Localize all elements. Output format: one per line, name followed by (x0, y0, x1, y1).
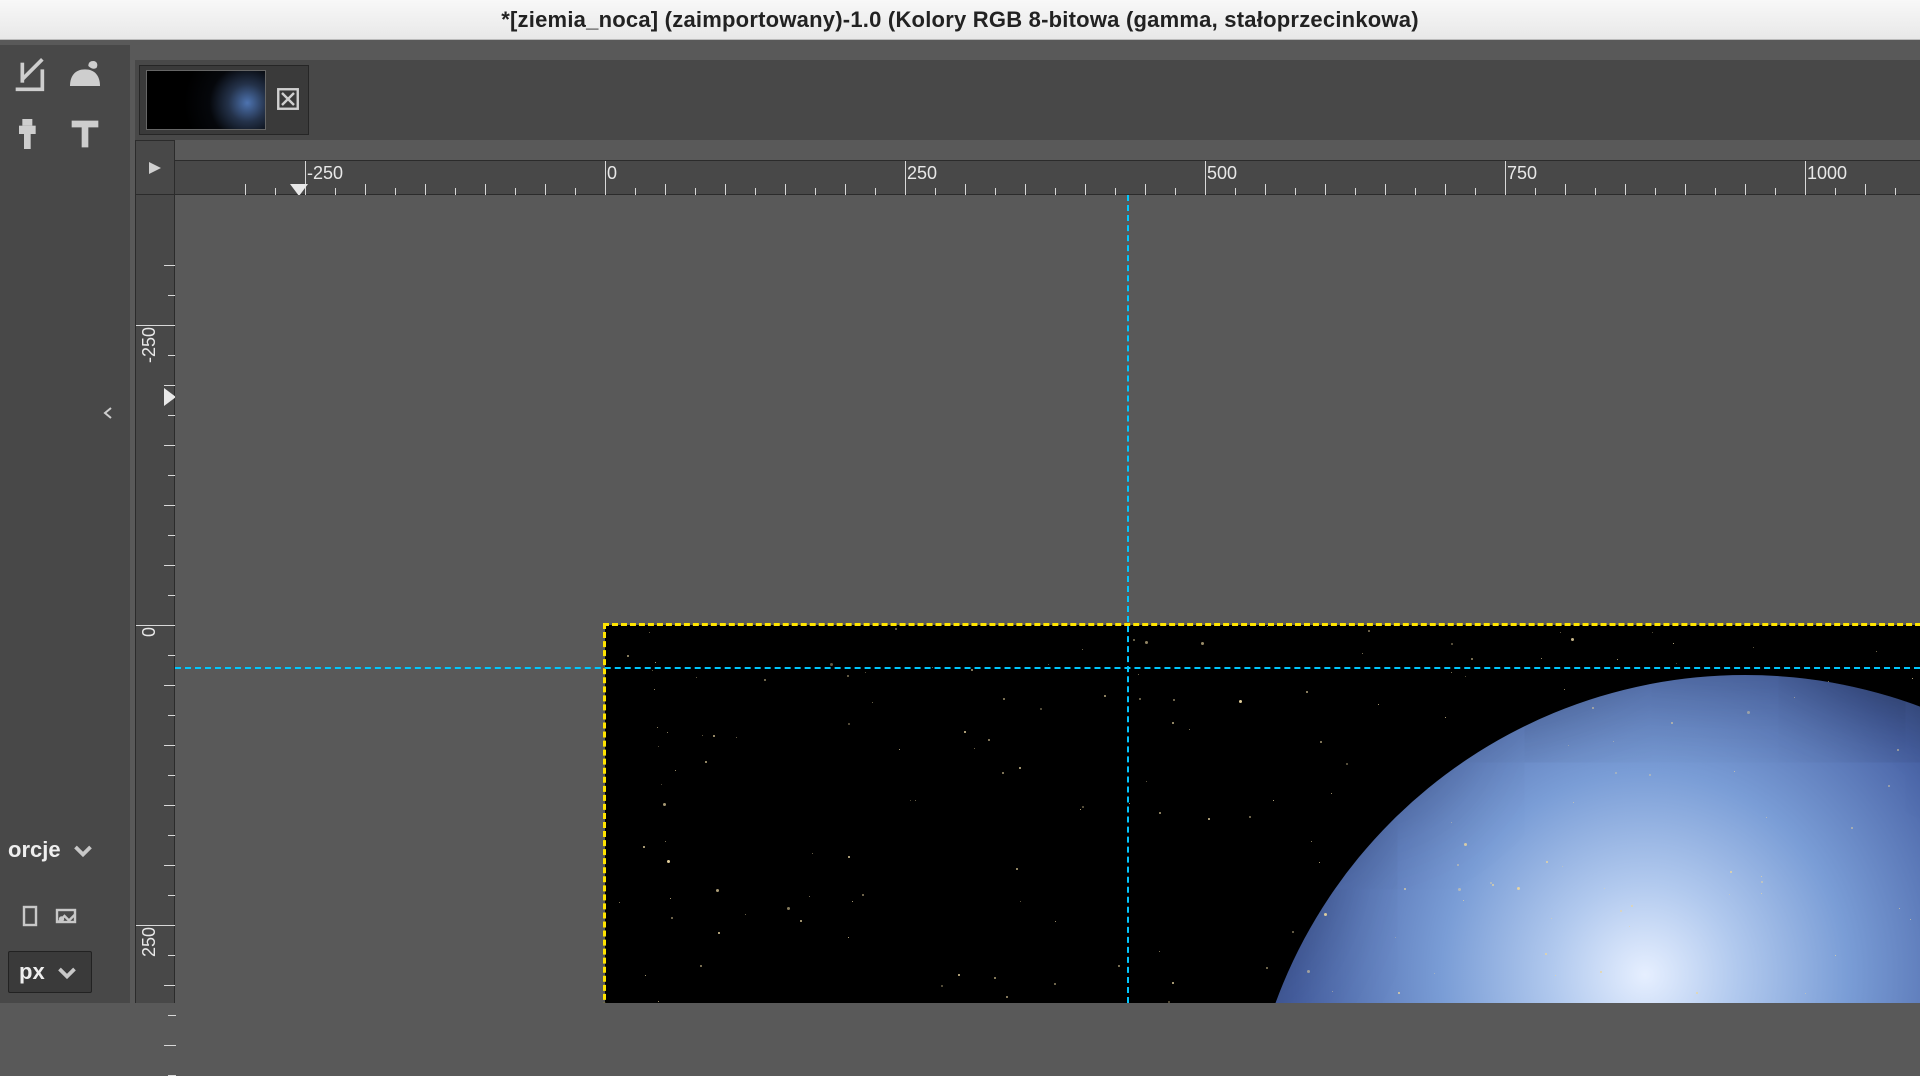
window-title: *[ziemia_noca] (zaimportowany)-1.0 (Kolo… (501, 7, 1419, 33)
image-tab-strip (135, 60, 1920, 140)
tool-options-panel: orcje px (0, 595, 130, 1003)
toolbox-panel: orcje px (0, 45, 130, 1003)
ruler-origin-toggle[interactable] (135, 140, 175, 195)
vertical-ruler[interactable]: -2500250 (135, 195, 175, 1003)
image-tab-thumbnail (146, 70, 266, 130)
text-tool[interactable] (60, 109, 110, 159)
unit-label: px (19, 959, 45, 985)
canvas-area: -25002505007501000 -2500250 (135, 140, 1920, 1003)
unit-selector[interactable]: px (8, 951, 92, 993)
portrait-orientation-icon[interactable] (16, 902, 44, 930)
chevron-down-icon[interactable] (69, 836, 97, 864)
horizontal-ruler[interactable]: -25002505007501000 (175, 160, 1920, 195)
proportions-label: orcje (8, 837, 61, 863)
panel-collapse-icon[interactable] (100, 405, 120, 425)
window-titlebar: *[ziemia_noca] (zaimportowany)-1.0 (Kolo… (0, 0, 1920, 40)
close-icon[interactable] (276, 87, 302, 113)
landscape-orientation-icon[interactable] (52, 902, 80, 930)
chevron-down-icon (53, 958, 81, 986)
warp-tool[interactable] (60, 51, 110, 101)
earth-graphic (1245, 675, 1920, 1003)
canvas-viewport[interactable] (175, 195, 1920, 1003)
image-tab[interactable] (139, 65, 309, 135)
airbrush-tool[interactable] (4, 109, 54, 159)
image-surface[interactable] (605, 625, 1920, 1003)
crop-tool[interactable] (4, 51, 54, 101)
